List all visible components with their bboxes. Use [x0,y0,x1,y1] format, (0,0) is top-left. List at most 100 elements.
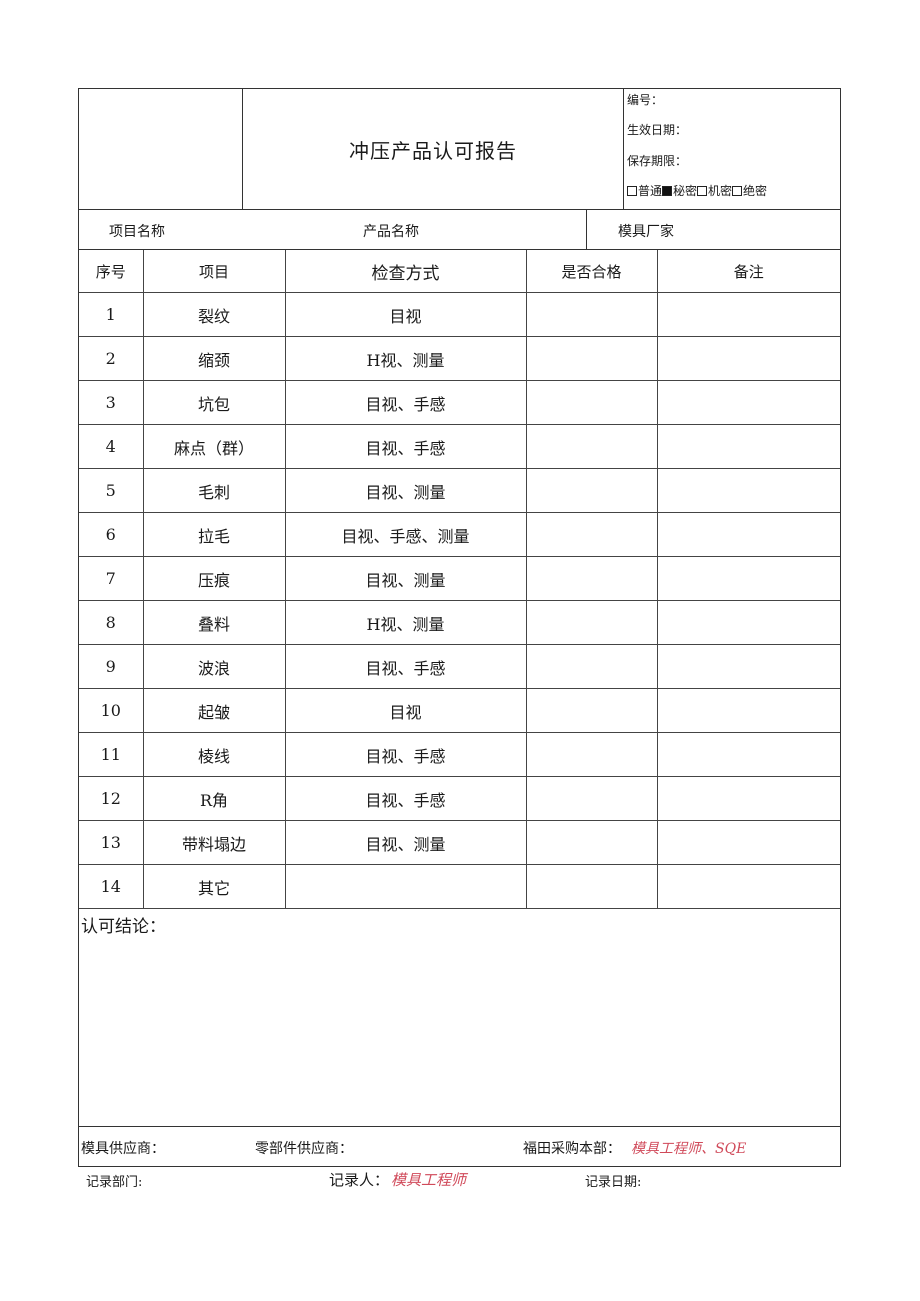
form-header: 冲压产品认可报告 编号： 生效日期： 保存期限： 普通 秘密 机密 绝密 [79,89,840,210]
col-header-no: 序号 [79,250,144,293]
retention-label: 保存期限： [627,154,688,168]
row-remark-cell[interactable] [656,292,840,337]
row-method: 目视、手感 [284,424,527,469]
col-header-pass: 是否合格 [525,250,658,293]
row-number: 12 [79,776,144,821]
checkbox-checked-icon[interactable] [662,186,673,196]
logo-cell [79,89,243,209]
table-row: 1 裂纹 目视 [79,292,840,337]
col-header-item: 项目 [142,250,286,293]
row-pass-cell[interactable] [525,776,658,821]
row-number: 9 [79,644,144,689]
classification-confidential[interactable]: 机密 [697,184,732,198]
classification-options: 普通 秘密 机密 绝密 [627,182,767,199]
row-remark-cell[interactable] [656,380,840,425]
inspection-table: 序号 项目 检查方式 是否合格 备注 1 裂纹 目视 2 缩颈 H视、测量 3 坑包 目视、手感… [79,250,840,909]
row-pass-cell[interactable] [525,688,658,733]
record-date-label: 记录日期: [585,1175,642,1190]
row-pass-cell[interactable] [525,424,658,469]
table-row: 12 R角 目视、手感 [79,776,840,821]
row-item: R角 [142,776,286,821]
row-number: 6 [79,512,144,557]
row-remark-cell[interactable] [656,820,840,865]
recorder-label: 记录人： [329,1171,390,1189]
table-row: 11 棱线 目视、手感 [79,732,840,777]
row-pass-cell[interactable] [525,864,658,909]
row-remark-cell[interactable] [656,336,840,381]
table-row: 7 压痕 目视、测量 [79,556,840,601]
row-item: 压痕 [142,556,286,601]
row-remark-cell[interactable] [656,776,840,821]
classification-top-secret[interactable]: 绝密 [732,184,767,198]
row-remark-cell[interactable] [656,512,840,557]
row-pass-cell[interactable] [525,380,658,425]
table-row: 10 起皱 目视 [79,688,840,733]
purchasing-label: 福田采购本部： [523,1141,621,1157]
report-form: 冲压产品认可报告 编号： 生效日期： 保存期限： 普通 秘密 机密 绝密 项目名称 产… [78,88,841,1167]
row-method: 目视、测量 [284,556,527,601]
report-title: 冲压产品认可报告 [243,89,624,209]
table-row: 4 麻点（群） 目视、手感 [79,424,840,469]
row-number: 14 [79,864,144,909]
row-remark-cell[interactable] [656,468,840,513]
row-number: 13 [79,820,144,865]
table-row: 13 带料塌边 目视、测量 [79,820,840,865]
recorder-value: 模具工程师 [391,1171,467,1189]
row-item: 缩颈 [142,336,286,381]
row-pass-cell[interactable] [525,600,658,645]
classification-normal[interactable]: 普通 [627,184,662,198]
row-method: 目视 [284,292,527,337]
row-pass-cell[interactable] [525,732,658,777]
col-header-remark: 备注 [656,250,840,293]
checkbox-icon[interactable] [732,186,743,196]
row-pass-cell[interactable] [525,556,658,601]
row-item: 毛刺 [142,468,286,513]
number-label: 编号： [627,93,664,107]
checkbox-icon[interactable] [697,186,708,196]
row-method: 目视、手感 [284,644,527,689]
row-pass-cell[interactable] [525,292,658,337]
row-item: 叠料 [142,600,286,645]
table-row: 3 坑包 目视、手感 [79,380,840,425]
project-name-label: 项目名称 [109,224,165,240]
row-pass-cell[interactable] [525,336,658,381]
row-remark-cell[interactable] [656,424,840,469]
row-item: 棱线 [142,732,286,777]
row-item: 其它 [142,864,286,909]
classification-secret[interactable]: 秘密 [662,184,697,198]
row-remark-cell[interactable] [656,556,840,601]
purchasing-value: 模具工程师、SQE [631,1141,747,1157]
row-number: 11 [79,732,144,777]
row-pass-cell[interactable] [525,644,658,689]
row-item: 麻点（群） [142,424,286,469]
row-number: 3 [79,380,144,425]
conclusion-label: 认可结论： [81,917,166,937]
row-method: 目视、手感 [284,732,527,777]
row-remark-cell[interactable] [656,864,840,909]
row-method: H视、测量 [284,336,527,381]
table-row: 2 缩颈 H视、测量 [79,336,840,381]
conclusion-box[interactable]: 认可结论： [79,909,840,1127]
table-row: 9 波浪 目视、手感 [79,644,840,689]
row-remark-cell[interactable] [656,688,840,733]
row-method: 目视、手感 [284,776,527,821]
table-row: 8 叠料 H视、测量 [79,600,840,645]
row-remark-cell[interactable] [656,732,840,777]
row-remark-cell[interactable] [656,600,840,645]
signature-row: 模具供应商： 零部件供应商： 福田采购本部： 模具工程师、SQE [79,1127,840,1166]
row-method: 目视、手感、测量 [284,512,527,557]
row-remark-cell[interactable] [656,644,840,689]
row-item: 波浪 [142,644,286,689]
checkbox-icon[interactable] [627,186,637,196]
row-item: 拉毛 [142,512,286,557]
table-row: 14 其它 [79,864,840,909]
row-item: 带料塌边 [142,820,286,865]
row-item: 裂纹 [142,292,286,337]
row-pass-cell[interactable] [525,820,658,865]
row-method: 目视、手感 [284,380,527,425]
row-number: 4 [79,424,144,469]
row-method: 目视、测量 [284,820,527,865]
row-number: 8 [79,600,144,645]
row-pass-cell[interactable] [525,468,658,513]
row-pass-cell[interactable] [525,512,658,557]
